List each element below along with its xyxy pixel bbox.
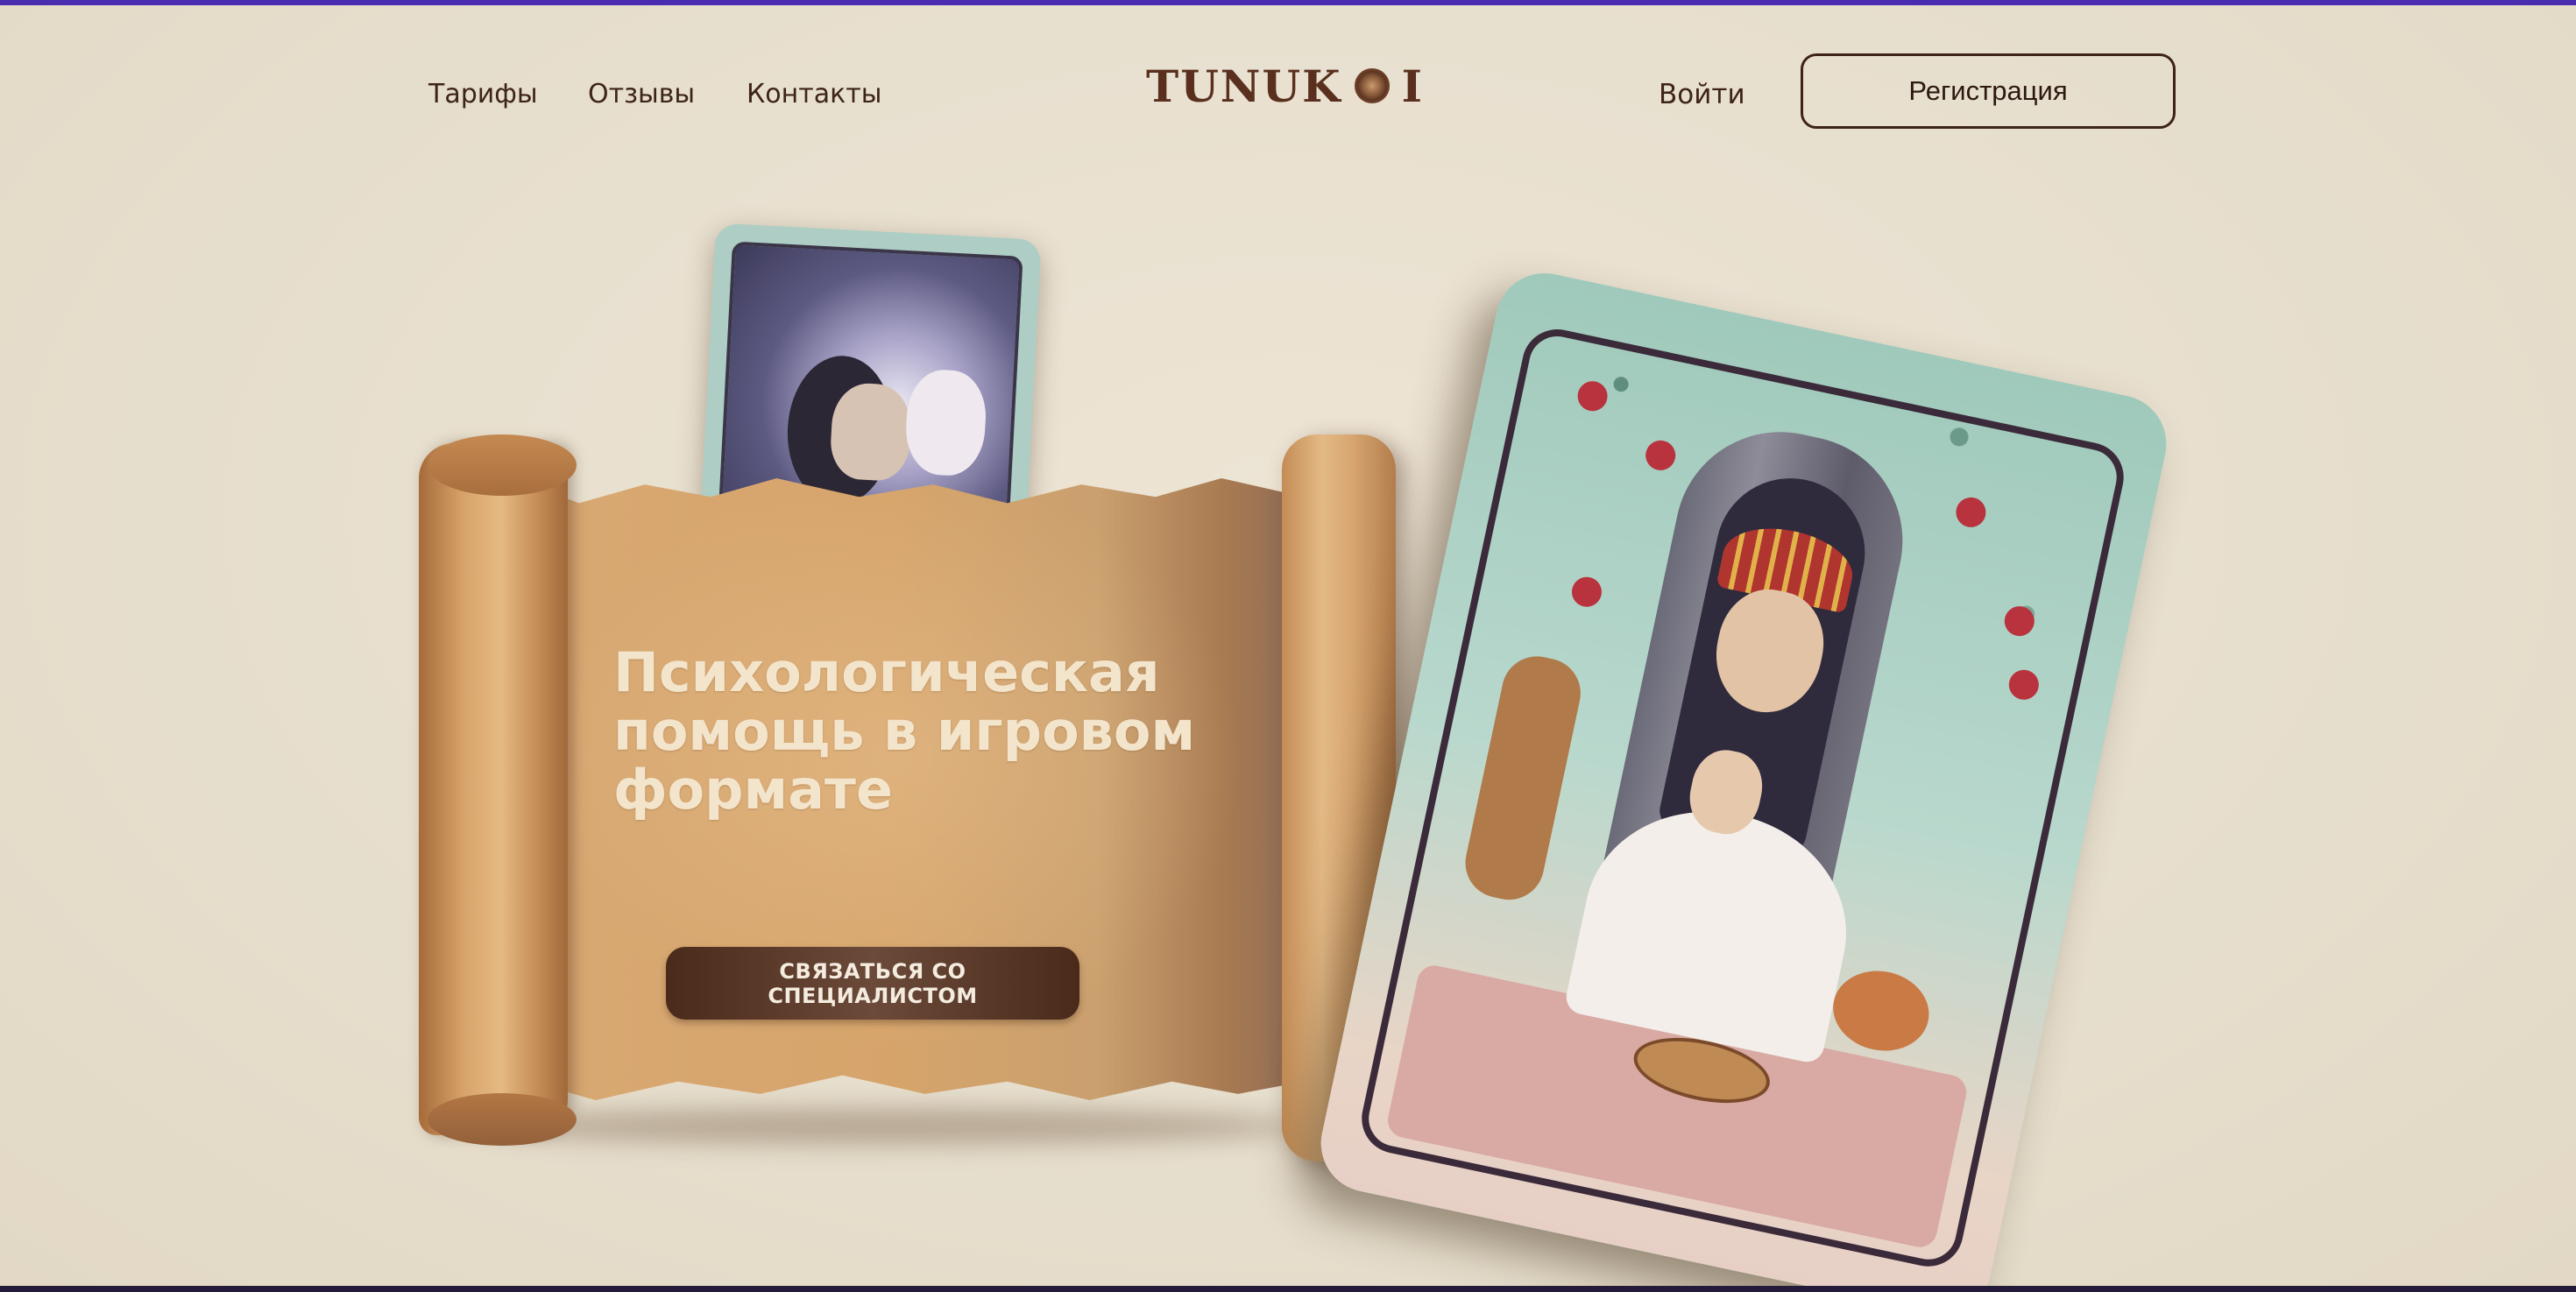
scroll-shadow (489, 1109, 1304, 1144)
landing-page: Тарифы Отзывы Контакты TUNUK I Войти Рег… (0, 5, 2576, 1286)
scroll-left-roll (419, 434, 577, 1146)
register-button[interactable]: Регистрация (1801, 53, 2176, 129)
nav-link-contacts[interactable]: Контакты (747, 79, 881, 109)
logo-text-suffix: I (1401, 60, 1424, 112)
window-bottom-edge (0, 1286, 2576, 1292)
login-link[interactable]: Войти (1659, 79, 1745, 110)
nav-link-reviews[interactable]: Отзывы (588, 79, 695, 109)
contact-specialist-button[interactable]: СВЯЗАТЬСЯ СО СПЕЦИАЛИСТОМ (666, 947, 1079, 1020)
logo-text: TUNUK (1146, 60, 1342, 112)
scroll-roll-cap-bottom (428, 1093, 577, 1146)
circular-emblem-icon (1354, 68, 1390, 103)
tarot-card-large-image (1312, 264, 2176, 1286)
nav-link-tariffs[interactable]: Тарифы (428, 79, 538, 109)
hero-headline: Психологическая помощь в игровом формате (613, 640, 1196, 822)
scroll-roll-cap-top (428, 434, 577, 496)
site-logo[interactable]: TUNUK I (1146, 58, 1424, 114)
